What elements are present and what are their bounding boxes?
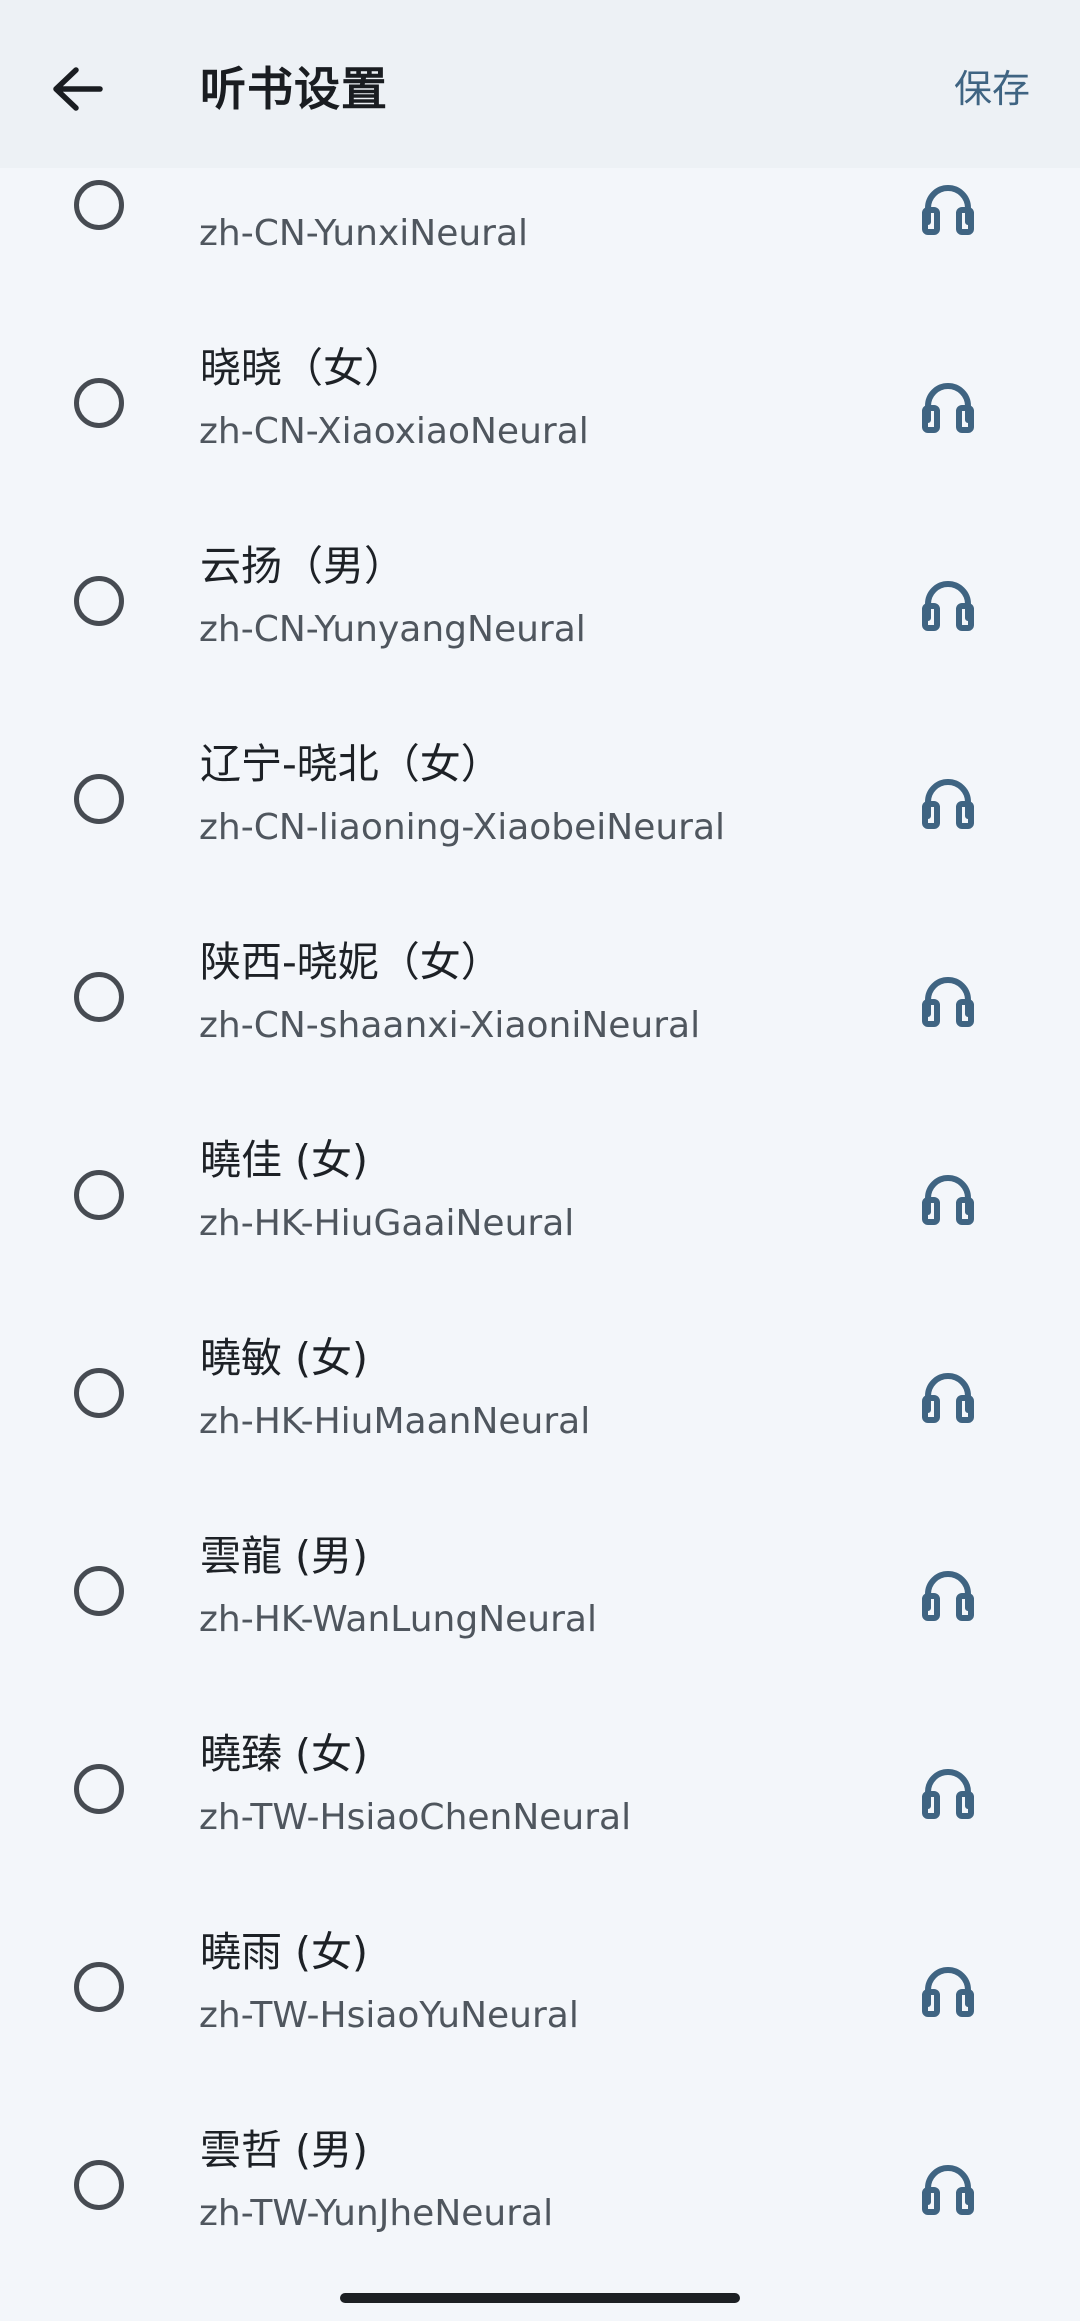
voice-row-zh-cn-yunxi[interactable]: zh-CN-YunxiNeural <box>0 168 1080 302</box>
preview-button[interactable] <box>904 956 992 1044</box>
voice-code: zh-HK-HiuGaaiNeural <box>199 1203 575 1244</box>
voice-code: zh-TW-YunJheNeural <box>199 2193 554 2234</box>
preview-button[interactable] <box>904 2144 992 2232</box>
voice-name: 曉敏 (女) <box>200 1334 369 1382</box>
radio-unselected-icon[interactable] <box>74 1368 124 1418</box>
radio-unselected-icon[interactable] <box>74 378 124 428</box>
voice-list: zh-CN-YunxiNeural 晓晓（女） zh-CN-XiaoxiaoNe… <box>0 168 1080 2272</box>
voice-code: zh-TW-HsiaoChenNeural <box>199 1797 632 1838</box>
voice-name: 晓晓（女） <box>200 344 405 392</box>
voice-row-zh-tw-hsiaochen[interactable]: 曉臻 (女) zh-TW-HsiaoChenNeural <box>0 1688 1080 1886</box>
preview-button[interactable] <box>904 168 992 252</box>
voice-code: zh-HK-HiuMaanNeural <box>199 1401 591 1442</box>
voice-row-zh-hk-hiumaan[interactable]: 曉敏 (女) zh-HK-HiuMaanNeural <box>0 1292 1080 1490</box>
preview-button[interactable] <box>904 1154 992 1242</box>
headphones-icon <box>922 977 974 1027</box>
app-bar: 听书设置 保存 <box>0 0 1080 168</box>
preview-button[interactable] <box>904 560 992 648</box>
voice-name: 辽宁-晓北（女） <box>200 740 502 788</box>
preview-button[interactable] <box>904 1748 992 1836</box>
voice-row-zh-hk-wanlung[interactable]: 雲龍 (男) zh-HK-WanLungNeural <box>0 1490 1080 1688</box>
voice-code: zh-CN-XiaoxiaoNeural <box>199 411 589 452</box>
radio-unselected-icon[interactable] <box>74 180 124 230</box>
headphones-icon <box>922 383 974 433</box>
home-indicator[interactable] <box>340 2293 740 2303</box>
voice-code: zh-HK-WanLungNeural <box>199 1599 597 1640</box>
preview-button[interactable] <box>904 1550 992 1638</box>
headphones-icon <box>922 779 974 829</box>
save-button[interactable]: 保存 <box>954 64 1030 114</box>
voice-code: zh-CN-YunxiNeural <box>199 213 529 254</box>
preview-button[interactable] <box>904 758 992 846</box>
voice-code: zh-CN-YunyangNeural <box>199 609 586 650</box>
preview-button[interactable] <box>904 1946 992 2034</box>
back-button[interactable] <box>38 50 118 130</box>
voice-row-zh-cn-shaanxi-xiaoni[interactable]: 陕西-晓妮（女） zh-CN-shaanxi-XiaoniNeural <box>0 896 1080 1094</box>
page-title: 听书设置 <box>200 62 388 116</box>
voice-code: zh-CN-shaanxi-XiaoniNeural <box>199 1005 701 1046</box>
voice-name: 雲哲 (男) <box>200 2126 369 2174</box>
voice-name: 曉雨 (女) <box>200 1928 369 1976</box>
voice-row-zh-hk-hiugaai[interactable]: 曉佳 (女) zh-HK-HiuGaaiNeural <box>0 1094 1080 1292</box>
radio-unselected-icon[interactable] <box>74 576 124 626</box>
voice-row-zh-cn-yunyang[interactable]: 云扬（男） zh-CN-YunyangNeural <box>0 500 1080 698</box>
radio-unselected-icon[interactable] <box>74 774 124 824</box>
voice-row-zh-tw-hsiaoyu[interactable]: 曉雨 (女) zh-TW-HsiaoYuNeural <box>0 1886 1080 2084</box>
radio-unselected-icon[interactable] <box>74 1962 124 2012</box>
preview-button[interactable] <box>904 1352 992 1440</box>
headphones-icon <box>922 581 974 631</box>
voice-row-zh-tw-yunjhe[interactable]: 雲哲 (男) zh-TW-YunJheNeural <box>0 2084 1080 2272</box>
headphones-icon <box>922 1967 974 2017</box>
headphones-icon <box>922 185 974 235</box>
radio-unselected-icon[interactable] <box>74 972 124 1022</box>
headphones-icon <box>922 1769 974 1819</box>
voice-name: 陕西-晓妮（女） <box>200 938 502 986</box>
radio-unselected-icon[interactable] <box>74 1764 124 1814</box>
voice-name: 雲龍 (男) <box>200 1532 369 1580</box>
voice-name: 曉佳 (女) <box>200 1136 369 1184</box>
headphones-icon <box>922 1175 974 1225</box>
voice-code: zh-TW-HsiaoYuNeural <box>199 1995 579 2036</box>
voice-code: zh-CN-liaoning-XiaobeiNeural <box>199 807 726 848</box>
arrow-left-icon <box>53 67 103 111</box>
voice-name: 云扬（男） <box>200 542 405 590</box>
radio-unselected-icon[interactable] <box>74 1566 124 1616</box>
preview-button[interactable] <box>904 362 992 450</box>
headphones-icon <box>922 2165 974 2215</box>
headphones-icon <box>922 1571 974 1621</box>
voice-row-zh-cn-xiaoxiao[interactable]: 晓晓（女） zh-CN-XiaoxiaoNeural <box>0 302 1080 500</box>
radio-unselected-icon[interactable] <box>74 2160 124 2210</box>
voice-row-zh-cn-liaoning-xiaobei[interactable]: 辽宁-晓北（女） zh-CN-liaoning-XiaobeiNeural <box>0 698 1080 896</box>
headphones-icon <box>922 1373 974 1423</box>
radio-unselected-icon[interactable] <box>74 1170 124 1220</box>
voice-name: 曉臻 (女) <box>200 1730 369 1778</box>
